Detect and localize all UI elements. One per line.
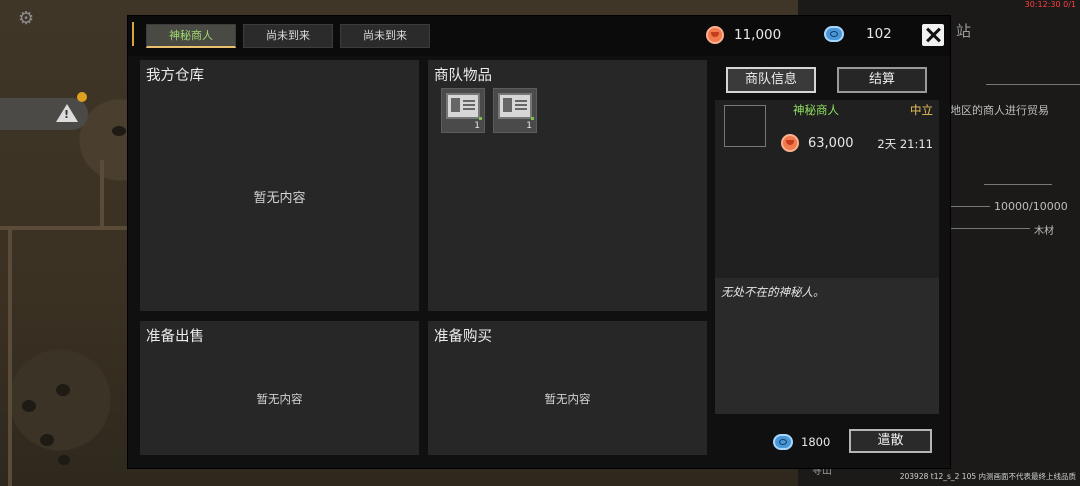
blueprint-card-icon: [446, 93, 480, 119]
prepare-sell-title: 准备出售: [146, 329, 204, 345]
prepare-sell-empty: 暂无内容: [256, 392, 303, 406]
world-road: [8, 226, 12, 486]
world-rock: [22, 400, 36, 412]
prepare-buy-title: 准备购买: [434, 329, 492, 345]
dismiss-button[interactable]: 遣散: [849, 429, 932, 453]
gold-counter: 11,000: [706, 26, 781, 44]
blueprint-card-icon: [498, 93, 532, 119]
prepare-sell-panel: 准备出售 暂无内容: [140, 321, 419, 455]
notification-dot-icon: [77, 92, 87, 102]
bg-divider: [986, 84, 1080, 85]
world-rock: [56, 384, 70, 396]
merchant-description: 无处不在的神秘人。: [721, 285, 825, 299]
gem-coin-icon: [773, 434, 793, 450]
world-rock: [58, 455, 70, 465]
my-warehouse-empty: 暂无内容: [253, 191, 306, 206]
bg-divider: [984, 184, 1052, 185]
prepare-buy-empty: 暂无内容: [544, 392, 591, 406]
merchant-description-box: 无处不在的神秘人。: [715, 278, 939, 414]
merchant-name: 神秘商人: [793, 103, 839, 117]
item-status-dot: [479, 117, 482, 120]
gold-coin-icon: [706, 26, 724, 44]
gold-coin-icon: [781, 134, 799, 152]
dismiss-cost-amount: 1800: [801, 435, 831, 449]
caravan-items-title: 商队物品: [434, 68, 492, 84]
world-rock: [40, 434, 54, 446]
debug-clock: 30:12:30 0/1: [1024, 0, 1076, 9]
tab-mystery-merchant[interactable]: 神秘商人: [146, 24, 236, 48]
warning-icon[interactable]: [56, 104, 78, 122]
tab-not-arrived-2[interactable]: 尚未到来: [340, 24, 430, 48]
item-count: 1: [474, 121, 480, 131]
bg-material: 木材: [1034, 226, 1054, 237]
my-warehouse-title: 我方仓库: [146, 68, 204, 84]
gem-coin-icon: [824, 26, 844, 42]
caravan-items-panel: 商队物品 1 1: [428, 60, 707, 311]
bg-divider: [950, 206, 990, 207]
caravan-item-slot[interactable]: 1: [493, 88, 537, 133]
my-warehouse-panel: 我方仓库 暂无内容: [140, 60, 419, 311]
world-road: [100, 160, 104, 230]
prepare-buy-panel: 准备购买 暂无内容: [428, 321, 707, 455]
close-icon[interactable]: [922, 24, 944, 46]
gem-amount: 102: [866, 26, 892, 42]
bg-capacity: 10000/10000: [994, 200, 1068, 213]
merchant-gold-amount: 63,000: [808, 135, 854, 151]
tab-not-arrived-1[interactable]: 尚未到来: [243, 24, 333, 48]
trade-dialog: 神秘商人 尚未到来 尚未到来 11,000 102 我方仓库 暂无内容 商队物品…: [128, 16, 950, 468]
bg-trade-text: 地区的商人进行贸易: [950, 104, 1049, 117]
merchant-info-card: 神秘商人 中立 63,000 2天 21:11 无处不在的神秘人。: [715, 100, 939, 414]
gem-counter: 102: [824, 26, 892, 42]
merchant-timer: 2天 21:11: [877, 137, 933, 151]
item-status-dot: [531, 117, 534, 120]
world-road: [0, 226, 128, 230]
settings-gear-icon[interactable]: ⚙: [18, 8, 34, 29]
merchant-stance: 中立: [910, 103, 933, 117]
caravan-info-button[interactable]: 商队信息: [726, 67, 816, 93]
gold-amount: 11,000: [734, 27, 782, 43]
item-count: 1: [526, 121, 532, 131]
build-note: 203928 t12_s_2 105 内测画面不代表最终上线品质: [899, 472, 1076, 481]
dismiss-cost: 1800: [773, 434, 830, 450]
bg-station-text: 站: [956, 22, 972, 40]
merchant-avatar: [724, 105, 766, 147]
merchant-gold: 63,000: [781, 134, 854, 152]
caravan-item-slot[interactable]: 1: [441, 88, 485, 133]
settle-button[interactable]: 结算: [837, 67, 927, 93]
tab-accent-bar: [132, 22, 134, 46]
world-rock: [112, 126, 126, 136]
bg-divider: [950, 228, 1030, 229]
